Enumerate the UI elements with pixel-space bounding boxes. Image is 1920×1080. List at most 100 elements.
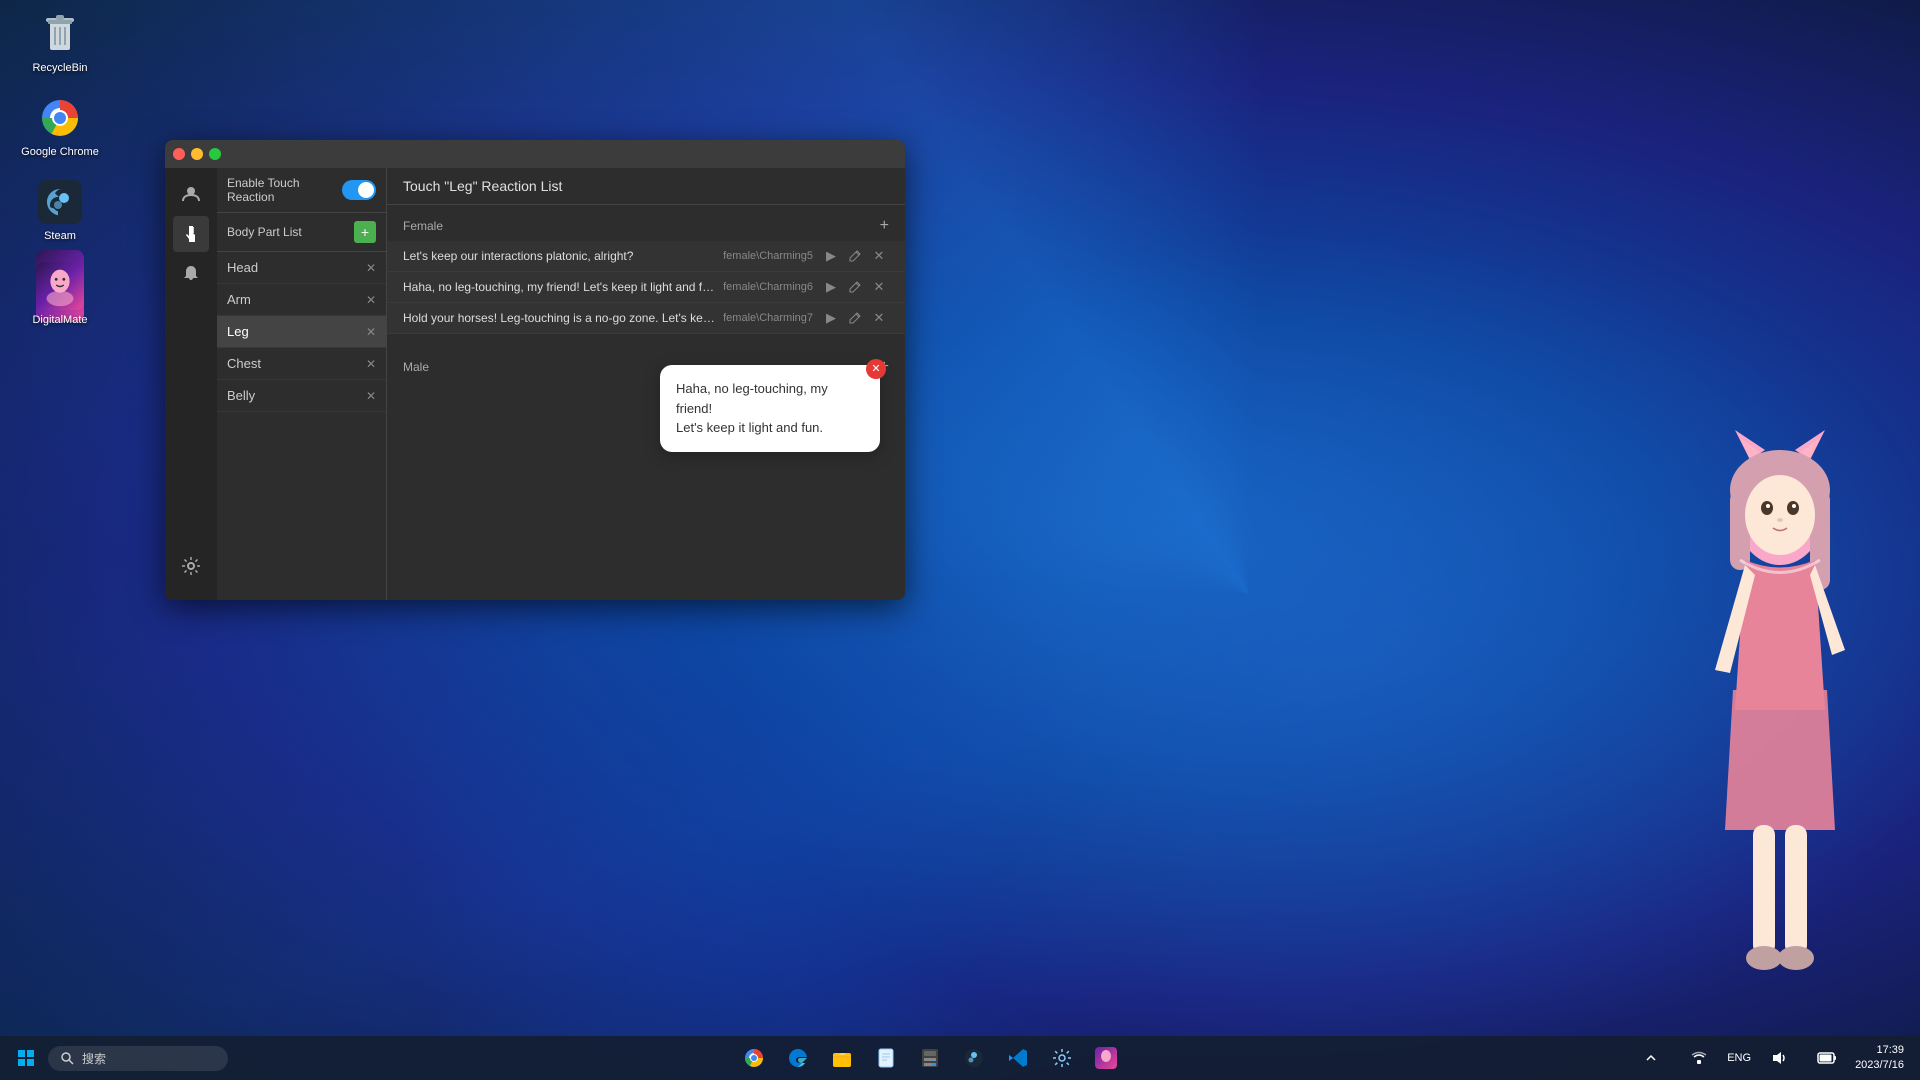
female-add-reaction-button[interactable]: + — [880, 217, 889, 235]
female-reaction-3: Hold your horses! Leg-touching is a no-g… — [387, 303, 905, 334]
title-bar — [165, 140, 905, 168]
female-section-label: Female — [403, 219, 443, 233]
taskbar-chevron[interactable] — [1631, 1038, 1671, 1078]
start-button[interactable] — [8, 1040, 44, 1076]
taskbar-edge[interactable] — [778, 1038, 818, 1078]
content-header: Touch "Leg" Reaction List — [387, 168, 905, 205]
body-part-belly-remove[interactable]: ✕ — [366, 389, 376, 403]
female-reaction-2-delete[interactable]: ✕ — [869, 277, 889, 297]
search-icon — [60, 1051, 74, 1065]
recycle-bin-label: RecycleBin — [32, 62, 87, 74]
female-reaction-3-actions: ▶ ✕ — [821, 308, 889, 328]
taskbar-right: ENG 17:39 2023/7/16 — [1631, 1038, 1912, 1078]
female-section-header: Female + — [387, 213, 905, 241]
taskbar-vscode[interactable] — [998, 1038, 1038, 1078]
female-reaction-1-delete[interactable]: ✕ — [869, 246, 889, 266]
taskbar-chrome[interactable] — [734, 1038, 774, 1078]
sidebar — [165, 168, 217, 600]
body-part-head-label: Head — [227, 260, 258, 275]
enable-toggle[interactable] — [342, 180, 376, 200]
body-part-arm-remove[interactable]: ✕ — [366, 293, 376, 307]
female-reaction-3-delete[interactable]: ✕ — [869, 308, 889, 328]
add-body-part-button[interactable]: + — [354, 221, 376, 243]
body-part-belly[interactable]: Belly ✕ — [217, 380, 386, 412]
female-reaction-1-voice: female\Charming5 — [723, 250, 813, 262]
google-chrome-label: Google Chrome — [21, 146, 99, 158]
battery-icon[interactable] — [1807, 1038, 1847, 1078]
desktop-icons: RecycleBin Google Chrome — [20, 10, 100, 326]
close-button[interactable] — [173, 148, 185, 160]
taskbar-datetime[interactable]: 17:39 2023/7/16 — [1855, 1043, 1904, 1074]
tooltip-bubble: ✕ Haha, no leg-touching, my friend! Let'… — [660, 365, 880, 452]
taskbar-time: 17:39 — [1855, 1043, 1904, 1058]
male-section-label: Male — [403, 360, 429, 374]
female-reaction-1-edit[interactable] — [845, 246, 865, 266]
female-reaction-3-play[interactable]: ▶ — [821, 308, 841, 328]
female-reaction-2-actions: ▶ ✕ — [821, 277, 889, 297]
female-reaction-3-text: Hold your horses! Leg-touching is a no-g… — [403, 311, 715, 325]
body-part-head-remove[interactable]: ✕ — [366, 261, 376, 275]
digitalmate-icon[interactable]: DigitalMate — [20, 262, 100, 326]
female-reaction-3-edit[interactable] — [845, 308, 865, 328]
toggle-row: Enable Touch Reaction — [217, 168, 386, 213]
sidebar-settings-icon[interactable] — [173, 548, 209, 584]
taskbar-search[interactable]: 搜索 — [48, 1046, 228, 1071]
body-part-list: Head ✕ Arm ✕ Leg ✕ Chest ✕ Belly ✕ — [217, 252, 386, 600]
body-part-panel: Enable Touch Reaction Body Part List + H… — [217, 168, 387, 600]
taskbar-center — [228, 1038, 1631, 1078]
female-reaction-section: Female + Let's keep our interactions pla… — [387, 205, 905, 342]
body-part-chest-label: Chest — [227, 356, 261, 371]
sidebar-bell-icon[interactable] — [173, 256, 209, 292]
body-part-chest-remove[interactable]: ✕ — [366, 357, 376, 371]
taskbar-search-text: 搜索 — [82, 1050, 106, 1067]
female-reaction-2: Haha, no leg-touching, my friend! Let's … — [387, 272, 905, 303]
sidebar-touch-icon[interactable] — [173, 216, 209, 252]
minimize-button[interactable] — [191, 148, 203, 160]
google-chrome-icon[interactable]: Google Chrome — [20, 94, 100, 158]
female-reaction-1: Let's keep our interactions platonic, al… — [387, 241, 905, 272]
maximize-button[interactable] — [209, 148, 221, 160]
female-reaction-2-voice: female\Charming6 — [723, 281, 813, 293]
steam-label: Steam — [44, 230, 76, 242]
body-part-arm[interactable]: Arm ✕ — [217, 284, 386, 316]
character — [1640, 360, 1920, 1040]
taskbar-lang: ENG — [1727, 1052, 1751, 1064]
female-reaction-3-voice: female\Charming7 — [723, 312, 813, 324]
body-part-header-label: Body Part List — [227, 225, 302, 239]
female-reaction-2-play[interactable]: ▶ — [821, 277, 841, 297]
taskbar: 搜索 — [0, 1036, 1920, 1080]
taskbar-digitalmate[interactable] — [1086, 1038, 1126, 1078]
taskbar-settings[interactable] — [1042, 1038, 1082, 1078]
body-part-leg-label: Leg — [227, 324, 249, 339]
network-icon[interactable] — [1679, 1038, 1719, 1078]
body-part-leg[interactable]: Leg ✕ — [217, 316, 386, 348]
taskbar-notepad[interactable] — [866, 1038, 906, 1078]
taskbar-explorer[interactable] — [822, 1038, 862, 1078]
female-reaction-1-actions: ▶ ✕ — [821, 246, 889, 266]
body-part-head[interactable]: Head ✕ — [217, 252, 386, 284]
tooltip-text-line1: Haha, no leg-touching, my friend! — [676, 381, 828, 416]
taskbar-date: 2023/7/16 — [1855, 1058, 1904, 1073]
female-reaction-2-edit[interactable] — [845, 277, 865, 297]
volume-icon[interactable] — [1759, 1038, 1799, 1078]
toggle-label: Enable Touch Reaction — [227, 176, 342, 204]
character-svg — [1655, 390, 1905, 1040]
female-reaction-1-text: Let's keep our interactions platonic, al… — [403, 249, 715, 263]
steam-icon[interactable]: Steam — [20, 178, 100, 242]
female-reaction-2-text: Haha, no leg-touching, my friend! Let's … — [403, 280, 715, 294]
tooltip-close-button[interactable]: ✕ — [866, 359, 886, 379]
tooltip-text-line2: Let's keep it light and fun. — [676, 420, 823, 435]
body-part-arm-label: Arm — [227, 292, 251, 307]
digitalmate-label: DigitalMate — [32, 314, 87, 326]
recycle-bin-icon[interactable]: RecycleBin — [20, 10, 100, 74]
body-part-belly-label: Belly — [227, 388, 255, 403]
body-part-chest[interactable]: Chest ✕ — [217, 348, 386, 380]
content-title: Touch "Leg" Reaction List — [403, 178, 562, 194]
female-reaction-1-play[interactable]: ▶ — [821, 246, 841, 266]
body-part-leg-remove[interactable]: ✕ — [366, 325, 376, 339]
chevron-up-icon — [1645, 1052, 1657, 1064]
sidebar-avatar-icon[interactable] — [173, 176, 209, 212]
taskbar-calculator[interactable] — [910, 1038, 950, 1078]
body-part-header: Body Part List + — [217, 213, 386, 252]
taskbar-steam[interactable] — [954, 1038, 994, 1078]
